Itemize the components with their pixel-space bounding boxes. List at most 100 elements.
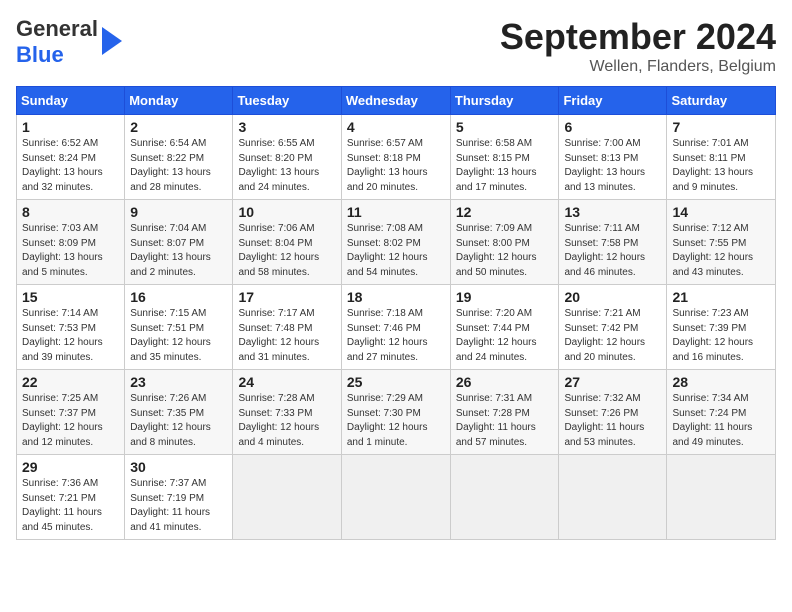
day-info: Sunrise: 7:37 AMSunset: 7:19 PMDaylight:… — [130, 477, 227, 535]
day-cell: 3 Sunrise: 6:55 AMSunset: 8:20 PMDaylight… — [233, 115, 341, 200]
day-cell: 14 Sunrise: 7:12 AMSunset: 7:55 PMDayligh… — [667, 200, 776, 285]
day-number: 24 — [238, 374, 335, 390]
day-cell: 13Sunrise: 7:11 AMSunset: 7:58 PMDayligh… — [559, 200, 667, 285]
day-cell — [667, 455, 776, 540]
day-cell: 12 Sunrise: 7:09 AMSunset: 8:00 PMDayligh… — [450, 200, 559, 285]
day-info: Sunrise: 7:26 AMSunset: 7:35 PMDaylight:… — [130, 392, 227, 450]
day-info: Sunrise: 7:04 AMSunset: 8:07 PMDaylight:… — [130, 222, 227, 280]
weekday-header-sunday: Sunday — [17, 87, 125, 115]
day-number: 30 — [130, 459, 227, 475]
day-number: 7 — [672, 119, 770, 135]
week-row-5: 29 Sunrise: 7:36 AMSunset: 7:21 PMDayligh… — [17, 455, 776, 540]
weekday-header-thursday: Thursday — [450, 87, 559, 115]
day-number: 16 — [130, 289, 227, 305]
day-cell: 27Sunrise: 7:32 AMSunset: 7:26 PMDayligh… — [559, 370, 667, 455]
day-cell: 25Sunrise: 7:29 AMSunset: 7:30 PMDayligh… — [341, 370, 450, 455]
day-info: Sunrise: 7:21 AMSunset: 7:42 PMDaylight:… — [564, 307, 661, 365]
day-cell: 11 Sunrise: 7:08 AMSunset: 8:02 PMDayligh… — [341, 200, 450, 285]
day-number: 1 — [22, 119, 119, 135]
day-cell: 22 Sunrise: 7:25 AMSunset: 7:37 PMDayligh… — [17, 370, 125, 455]
day-info: Sunrise: 6:55 AMSunset: 8:20 PMDaylight:… — [238, 137, 335, 195]
day-number: 6 — [564, 119, 661, 135]
weekday-header-friday: Friday — [559, 87, 667, 115]
day-number: 17 — [238, 289, 335, 305]
day-info: Sunrise: 7:09 AMSunset: 8:00 PMDaylight:… — [456, 222, 554, 280]
day-info: Sunrise: 7:01 AMSunset: 8:11 PMDaylight:… — [672, 137, 770, 195]
day-number: 2 — [130, 119, 227, 135]
day-cell: 18 Sunrise: 7:18 AMSunset: 7:46 PMDayligh… — [341, 285, 450, 370]
day-info: Sunrise: 7:11 AMSunset: 7:58 PMDaylight:… — [564, 222, 661, 280]
day-number: 9 — [130, 204, 227, 220]
day-number: 23 — [130, 374, 227, 390]
day-info: Sunrise: 7:31 AMSunset: 7:28 PMDaylight:… — [456, 392, 554, 450]
weekday-header-tuesday: Tuesday — [233, 87, 341, 115]
month-year-title: September 2024 — [500, 16, 776, 58]
weekday-header-row: SundayMondayTuesdayWednesdayThursdayFrid… — [17, 87, 776, 115]
day-info: Sunrise: 6:58 AMSunset: 8:15 PMDaylight:… — [456, 137, 554, 195]
week-row-2: 8Sunrise: 7:03 AMSunset: 8:09 PMDaylight… — [17, 200, 776, 285]
day-info: Sunrise: 7:18 AMSunset: 7:46 PMDaylight:… — [347, 307, 445, 365]
day-cell — [233, 455, 341, 540]
day-info: Sunrise: 6:52 AMSunset: 8:24 PMDaylight:… — [22, 137, 119, 195]
day-cell: 6 Sunrise: 7:00 AMSunset: 8:13 PMDaylight… — [559, 115, 667, 200]
day-cell: 19 Sunrise: 7:20 AMSunset: 7:44 PMDayligh… — [450, 285, 559, 370]
day-cell: 4Sunrise: 6:57 AMSunset: 8:18 PMDaylight… — [341, 115, 450, 200]
day-cell: 8Sunrise: 7:03 AMSunset: 8:09 PMDaylight… — [17, 200, 125, 285]
day-info: Sunrise: 7:00 AMSunset: 8:13 PMDaylight:… — [564, 137, 661, 195]
logo-text-block: General Blue — [16, 16, 122, 69]
day-number: 18 — [347, 289, 445, 305]
day-cell: 17 Sunrise: 7:17 AMSunset: 7:48 PMDayligh… — [233, 285, 341, 370]
week-row-4: 22 Sunrise: 7:25 AMSunset: 7:37 PMDayligh… — [17, 370, 776, 455]
day-number: 10 — [238, 204, 335, 220]
day-info: Sunrise: 7:17 AMSunset: 7:48 PMDaylight:… — [238, 307, 335, 365]
weekday-header-saturday: Saturday — [667, 87, 776, 115]
logo-general: General Blue — [16, 16, 98, 69]
logo-arrow-icon — [102, 27, 122, 60]
day-number: 26 — [456, 374, 554, 390]
day-info: Sunrise: 7:08 AMSunset: 8:02 PMDaylight:… — [347, 222, 445, 280]
day-cell: 21Sunrise: 7:23 AMSunset: 7:39 PMDayligh… — [667, 285, 776, 370]
day-cell: 5Sunrise: 6:58 AMSunset: 8:15 PMDaylight… — [450, 115, 559, 200]
location-subtitle: Wellen, Flanders, Belgium — [500, 58, 776, 76]
day-number: 12 — [456, 204, 554, 220]
day-number: 3 — [238, 119, 335, 135]
week-row-1: 1 Sunrise: 6:52 AMSunset: 8:24 PMDaylight… — [17, 115, 776, 200]
day-cell: 26 Sunrise: 7:31 AMSunset: 7:28 PMDayligh… — [450, 370, 559, 455]
day-cell: 15 Sunrise: 7:14 AMSunset: 7:53 PMDayligh… — [17, 285, 125, 370]
day-info: Sunrise: 7:06 AMSunset: 8:04 PMDaylight:… — [238, 222, 335, 280]
day-info: Sunrise: 7:34 AMSunset: 7:24 PMDaylight:… — [672, 392, 770, 450]
day-cell: 28 Sunrise: 7:34 AMSunset: 7:24 PMDayligh… — [667, 370, 776, 455]
day-number: 14 — [672, 204, 770, 220]
day-cell: 20 Sunrise: 7:21 AMSunset: 7:42 PMDayligh… — [559, 285, 667, 370]
day-number: 4 — [347, 119, 445, 135]
day-info: Sunrise: 7:14 AMSunset: 7:53 PMDaylight:… — [22, 307, 119, 365]
day-info: Sunrise: 7:29 AMSunset: 7:30 PMDaylight:… — [347, 392, 445, 450]
day-number: 27 — [564, 374, 661, 390]
day-info: Sunrise: 7:28 AMSunset: 7:33 PMDaylight:… — [238, 392, 335, 450]
day-info: Sunrise: 7:25 AMSunset: 7:37 PMDaylight:… — [22, 392, 119, 450]
logo: General Blue — [16, 16, 122, 69]
day-number: 28 — [672, 374, 770, 390]
day-cell: 29 Sunrise: 7:36 AMSunset: 7:21 PMDayligh… — [17, 455, 125, 540]
day-number: 20 — [564, 289, 661, 305]
day-cell — [341, 455, 450, 540]
week-row-3: 15 Sunrise: 7:14 AMSunset: 7:53 PMDayligh… — [17, 285, 776, 370]
day-number: 15 — [22, 289, 119, 305]
day-info: Sunrise: 7:36 AMSunset: 7:21 PMDaylight:… — [22, 477, 119, 535]
day-cell: 7 Sunrise: 7:01 AMSunset: 8:11 PMDaylight… — [667, 115, 776, 200]
day-number: 22 — [22, 374, 119, 390]
day-info: Sunrise: 7:03 AMSunset: 8:09 PMDaylight:… — [22, 222, 119, 280]
day-info: Sunrise: 7:15 AMSunset: 7:51 PMDaylight:… — [130, 307, 227, 365]
day-cell: 10 Sunrise: 7:06 AMSunset: 8:04 PMDayligh… — [233, 200, 341, 285]
weekday-header-monday: Monday — [125, 87, 233, 115]
day-number: 11 — [347, 204, 445, 220]
day-cell: 1 Sunrise: 6:52 AMSunset: 8:24 PMDaylight… — [17, 115, 125, 200]
day-info: Sunrise: 7:20 AMSunset: 7:44 PMDaylight:… — [456, 307, 554, 365]
day-info: Sunrise: 6:54 AMSunset: 8:22 PMDaylight:… — [130, 137, 227, 195]
day-number: 19 — [456, 289, 554, 305]
day-number: 29 — [22, 459, 119, 475]
day-info: Sunrise: 7:12 AMSunset: 7:55 PMDaylight:… — [672, 222, 770, 280]
day-cell — [450, 455, 559, 540]
weekday-header-wednesday: Wednesday — [341, 87, 450, 115]
day-info: Sunrise: 7:23 AMSunset: 7:39 PMDaylight:… — [672, 307, 770, 365]
